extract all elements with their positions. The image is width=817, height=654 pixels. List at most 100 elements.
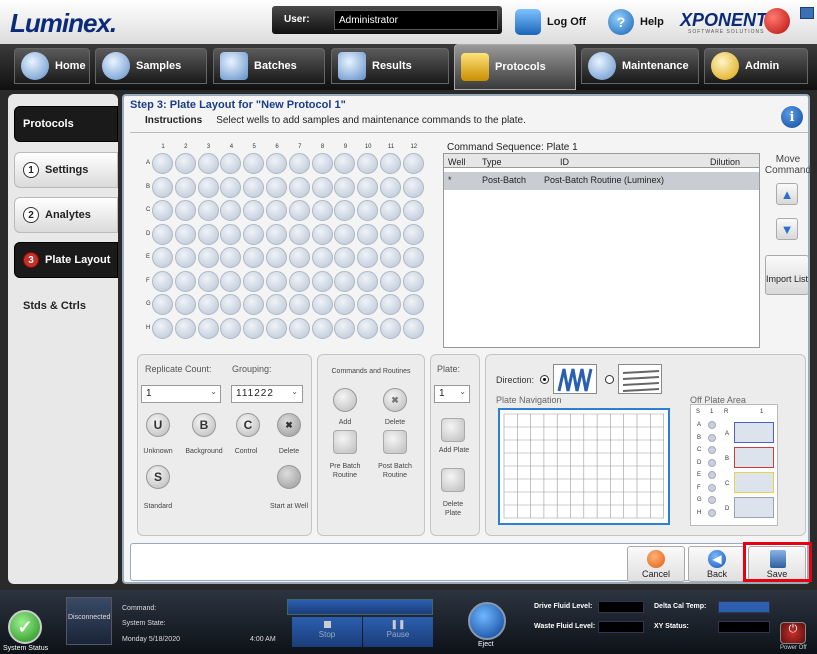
column-number[interactable]: 2	[175, 144, 197, 150]
tab-protocols[interactable]: Protocols	[454, 44, 576, 90]
plate-well[interactable]	[197, 200, 219, 221]
delete-command-button[interactable]: ✖	[383, 388, 407, 412]
import-list-button[interactable]: Import List	[765, 255, 809, 295]
plate-well[interactable]	[402, 247, 424, 268]
horizontal-direction-icon[interactable]	[618, 364, 662, 394]
plate-well[interactable]	[402, 270, 424, 292]
plate-well[interactable]	[380, 270, 401, 292]
plate-well[interactable]	[311, 176, 333, 198]
plate-well[interactable]	[266, 270, 287, 292]
plate-well[interactable]	[311, 247, 333, 268]
plate-well[interactable]	[288, 247, 310, 268]
plate-well[interactable]	[152, 294, 173, 315]
sidebar-item-analytes[interactable]: 2 Analytes	[14, 197, 118, 233]
plate-select[interactable]: 1 ⌄	[434, 385, 470, 403]
plate-well[interactable]	[288, 294, 310, 315]
plate-well[interactable]	[152, 270, 173, 292]
plate-well[interactable]	[266, 247, 287, 268]
plate-well[interactable]	[380, 153, 401, 174]
plate-well[interactable]	[334, 176, 356, 198]
power-off-button[interactable]: ⏻	[780, 622, 806, 644]
plate-well[interactable]	[243, 270, 265, 292]
column-number[interactable]: 8	[312, 144, 334, 150]
tab-results[interactable]: Results	[331, 48, 449, 84]
plate-well[interactable]	[197, 294, 219, 315]
plate-well[interactable]	[197, 223, 219, 245]
plate-well[interactable]	[380, 317, 401, 339]
back-button[interactable]: ◀ Back	[688, 546, 746, 582]
plate-well[interactable]	[220, 270, 242, 292]
sidebar-item-protocols[interactable]: Protocols	[14, 106, 118, 142]
off-plate-block[interactable]	[734, 497, 774, 518]
row-letter[interactable]: B	[146, 184, 150, 190]
row-letter[interactable]: E	[146, 254, 150, 260]
off-plate-well[interactable]	[708, 458, 716, 467]
plate-well[interactable]	[174, 200, 196, 221]
plate-well[interactable]	[288, 223, 310, 245]
off-plate-block[interactable]	[734, 472, 774, 493]
plate-well[interactable]	[402, 200, 424, 221]
move-down-button[interactable]: ▼	[776, 218, 798, 240]
plate-well[interactable]	[174, 153, 196, 174]
off-plate-well[interactable]	[708, 433, 716, 442]
plate-well[interactable]	[174, 176, 196, 198]
row-letter[interactable]: C	[146, 207, 150, 213]
plate-well[interactable]	[197, 270, 219, 292]
plate-well[interactable]	[266, 200, 287, 221]
plate-well[interactable]	[311, 200, 333, 221]
row-letter[interactable]: G	[146, 301, 151, 307]
plate-well[interactable]	[357, 270, 379, 292]
plate-well[interactable]	[152, 153, 173, 174]
add-command-button[interactable]	[333, 388, 357, 412]
plate-well[interactable]	[220, 223, 242, 245]
control-button[interactable]: C	[236, 413, 260, 437]
plate-well[interactable]	[174, 223, 196, 245]
plate-well[interactable]	[402, 294, 424, 315]
plate-well[interactable]	[402, 176, 424, 198]
plate-well[interactable]	[152, 223, 173, 245]
plate-well[interactable]	[152, 200, 173, 221]
column-number[interactable]: 5	[243, 144, 265, 150]
row-letter[interactable]: A	[146, 160, 150, 166]
plate-well[interactable]	[174, 294, 196, 315]
column-number[interactable]: 10	[357, 144, 379, 150]
pause-button[interactable]: ❚❚ Pause	[363, 617, 433, 647]
pre-batch-routine-button[interactable]	[333, 430, 357, 454]
row-letter[interactable]: F	[146, 278, 150, 284]
plate-well[interactable]	[311, 223, 333, 245]
plate-well[interactable]	[402, 317, 424, 339]
plate-well[interactable]	[334, 270, 356, 292]
plate-well[interactable]	[220, 176, 242, 198]
off-plate-well[interactable]	[708, 471, 716, 479]
plate-well[interactable]	[266, 294, 287, 315]
standard-button[interactable]: S	[146, 465, 170, 489]
plate-well[interactable]	[197, 247, 219, 268]
stop-button[interactable]: Stop	[292, 617, 362, 647]
table-row[interactable]: * Post-Batch Post-Batch Routine (Luminex…	[444, 172, 759, 190]
plate-well[interactable]	[288, 270, 310, 292]
plate-well[interactable]	[288, 153, 310, 174]
off-plate-block[interactable]	[734, 422, 774, 443]
logoff-button[interactable]: Log Off	[515, 8, 586, 36]
tab-admin[interactable]: Admin	[704, 48, 808, 84]
plate-well[interactable]	[174, 270, 196, 292]
plate-well[interactable]	[357, 223, 379, 245]
plate-well[interactable]	[197, 153, 219, 174]
delete-sample-button[interactable]: ✖	[277, 413, 301, 437]
sidebar-item-settings[interactable]: 1 Settings	[14, 152, 118, 188]
plate-well[interactable]	[311, 270, 333, 292]
tab-batches[interactable]: Batches	[213, 48, 325, 84]
plate-well[interactable]	[380, 176, 401, 198]
plate-well[interactable]	[288, 317, 310, 339]
plate-well[interactable]	[197, 176, 219, 198]
plate-well[interactable]	[243, 223, 265, 245]
eject-button[interactable]	[468, 602, 506, 640]
plate-well[interactable]	[220, 317, 242, 339]
off-plate-block[interactable]	[734, 447, 774, 468]
tab-home[interactable]: Home	[14, 48, 90, 84]
plate-well[interactable]	[152, 317, 173, 339]
minimize-button[interactable]	[800, 7, 814, 19]
unknown-button[interactable]: U	[146, 413, 170, 437]
vertical-direction-icon[interactable]	[553, 364, 597, 394]
plate-well[interactable]	[380, 200, 401, 221]
